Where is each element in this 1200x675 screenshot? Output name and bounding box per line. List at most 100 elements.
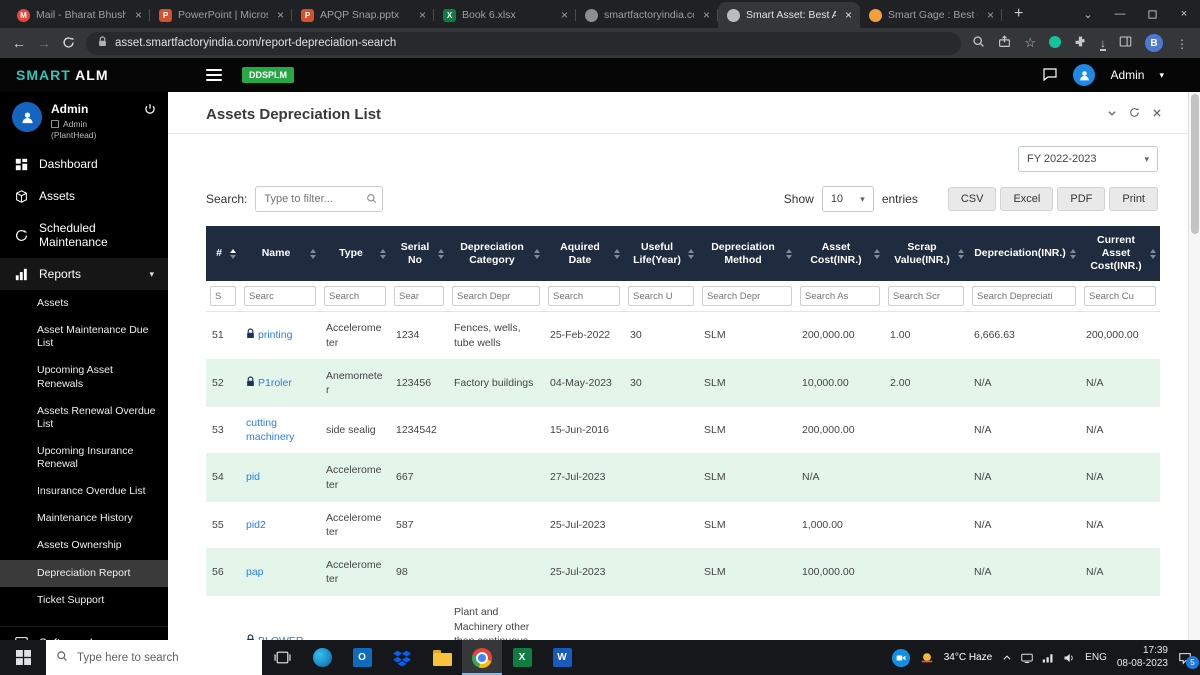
asset-name-link[interactable]: pid2 [246, 519, 266, 531]
column-header-serial-no[interactable]: Serial No [390, 226, 448, 281]
close-panel-icon[interactable] [1152, 105, 1162, 123]
user-menu-label[interactable]: Admin [1110, 68, 1144, 82]
task-view-icon[interactable] [262, 640, 302, 675]
language-indicator[interactable]: ENG [1085, 652, 1107, 663]
sidebar-subitem-assets-ownership[interactable]: Assets Ownership [0, 532, 168, 559]
share-icon[interactable] [998, 35, 1011, 51]
column-filter-input-9[interactable] [888, 286, 964, 306]
sidebar-item-dashboard[interactable]: Dashboard [0, 148, 168, 180]
sidebar-subitem-maintenance-history[interactable]: Maintenance History [0, 505, 168, 532]
chat-icon[interactable] [1042, 66, 1058, 85]
back-icon[interactable]: ← [12, 36, 26, 50]
scrollbar-thumb[interactable] [1191, 94, 1199, 234]
side-panel-icon[interactable] [1119, 35, 1132, 51]
page-size-select[interactable]: 10 ▾ [822, 186, 874, 212]
bookmark-star-icon[interactable]: ☆ [1024, 35, 1036, 51]
search-icon[interactable] [972, 35, 985, 51]
column-filter-input-1[interactable] [244, 286, 316, 306]
column-filter-input-0[interactable] [210, 286, 236, 306]
sidebar-item-scheduled-maintenance[interactable]: Scheduled Maintenance [0, 212, 168, 258]
vertical-scrollbar[interactable] [1188, 92, 1200, 640]
site-lock-icon[interactable] [98, 36, 107, 50]
asset-name-link[interactable]: printing [258, 329, 292, 341]
column-filter-input-8[interactable] [800, 286, 880, 306]
extensions-icon[interactable] [1074, 35, 1087, 51]
weather-icon[interactable] [920, 651, 934, 665]
sidebar-subitem-assets-renewal-overdue-list[interactable]: Assets Renewal Overdue List [0, 398, 168, 438]
tab-close-icon[interactable]: × [842, 9, 855, 21]
volume-icon[interactable] [1063, 652, 1075, 664]
asset-name-link[interactable]: pid [246, 471, 260, 483]
column-filter-input-3[interactable] [394, 286, 444, 306]
tab-close-icon[interactable]: × [700, 9, 713, 21]
download-icon[interactable]: ↓ [1100, 35, 1106, 52]
power-icon[interactable] [144, 102, 156, 120]
column-header-useful-life-year[interactable]: Useful Life(Year) [624, 226, 698, 281]
display-icon[interactable] [1021, 652, 1033, 664]
meet-now-icon[interactable] [892, 649, 910, 667]
browser-tab[interactable]: M Mail - Bharat Bhushan × [8, 2, 150, 28]
search-input[interactable] [255, 186, 383, 212]
column-filter-input-6[interactable] [628, 286, 694, 306]
sidebar-subitem-asset-maintenance-due-list[interactable]: Asset Maintenance Due List [0, 317, 168, 357]
taskbar-clock[interactable]: 17:39 08-08-2023 [1117, 645, 1168, 670]
grammarly-icon[interactable] [1049, 36, 1061, 51]
browser-tab[interactable]: smartfactoryindia.com × [576, 2, 718, 28]
collapse-chevron-icon[interactable] [1107, 105, 1117, 123]
browser-tab[interactable]: P PowerPoint | Microsof × [150, 2, 292, 28]
sidebar-subitem-assets[interactable]: Assets [0, 290, 168, 317]
sidebar-subitem-ticket-support[interactable]: Ticket Support [0, 587, 168, 614]
taskbar-search[interactable]: Type here to search [46, 640, 262, 675]
maximize-button[interactable] [1136, 0, 1168, 28]
browser-tab[interactable]: P APQP Snap.pptx × [292, 2, 434, 28]
sidebar-subitem-upcoming-asset-renewals[interactable]: Upcoming Asset Renewals [0, 357, 168, 397]
sidebar-subitem-depreciation-report[interactable]: Depreciation Report [0, 560, 168, 587]
close-window-button[interactable]: × [1168, 0, 1200, 28]
column-header-aquired-date[interactable]: Aquired Date [544, 226, 624, 281]
tab-search-chevron-icon[interactable]: ⌄ [1072, 0, 1104, 28]
column-header-depreciation-inr[interactable]: Depreciation(INR.) [968, 226, 1080, 281]
profile-avatar[interactable]: B [1145, 34, 1163, 53]
chevron-up-icon[interactable] [1002, 652, 1012, 664]
minimize-button[interactable]: — [1104, 0, 1136, 28]
column-filter-input-7[interactable] [702, 286, 792, 306]
tab-close-icon[interactable]: × [984, 9, 997, 21]
print-export-button[interactable]: Print [1109, 187, 1158, 211]
sidebar-subitem-insurance-overdue-list[interactable]: Insurance Overdue List [0, 478, 168, 505]
outlook-icon[interactable]: O [342, 640, 382, 675]
asset-name-link[interactable]: pap [246, 566, 264, 578]
refresh-icon[interactable] [1129, 105, 1140, 123]
column-filter-input-11[interactable] [1084, 286, 1156, 306]
excel-icon[interactable]: X [502, 640, 542, 675]
column-header-current-asset-cost-inr[interactable]: Current Asset Cost(INR.) [1080, 226, 1160, 281]
action-center-icon[interactable]: 5 [1178, 651, 1192, 665]
new-tab-button[interactable]: + [1002, 5, 1035, 23]
csv-export-button[interactable]: CSV [948, 187, 997, 211]
browser-tab[interactable]: Smart Gage : Best Ga × [860, 2, 1002, 28]
address-bar[interactable]: asset.smartfactoryindia.com/report-depre… [86, 32, 961, 55]
network-icon[interactable] [1042, 652, 1054, 664]
column-header-type[interactable]: Type [320, 226, 390, 281]
user-avatar[interactable] [1073, 64, 1095, 86]
menu-kebab-icon[interactable]: ⋮ [1176, 36, 1188, 51]
hamburger-menu-icon[interactable] [206, 69, 222, 81]
column-header-name[interactable]: Name [240, 226, 320, 281]
asset-name-link[interactable]: cutting machinery [246, 417, 294, 443]
tab-close-icon[interactable]: × [274, 9, 287, 21]
column-header-scrap-value-inr[interactable]: Scrap Value(INR.) [884, 226, 968, 281]
column-header-sl[interactable]: # [206, 226, 240, 281]
dropbox-icon[interactable] [382, 640, 422, 675]
chrome-icon[interactable] [462, 640, 502, 675]
start-button[interactable] [0, 640, 46, 675]
pdf-export-button[interactable]: PDF [1057, 187, 1105, 211]
column-filter-input-10[interactable] [972, 286, 1076, 306]
sidebar-item-reports[interactable]: Reports ▾ [0, 258, 168, 290]
sidebar-subitem-upcoming-insurance-renewal[interactable]: Upcoming Insurance Renewal [0, 438, 168, 478]
profile-avatar[interactable] [12, 102, 42, 132]
tab-close-icon[interactable]: × [132, 9, 145, 21]
sidebar-item-assets[interactable]: Assets [0, 180, 168, 212]
column-header-depreciation-method[interactable]: Depreciation Method [698, 226, 796, 281]
excel-export-button[interactable]: Excel [1000, 187, 1053, 211]
tab-close-icon[interactable]: × [558, 9, 571, 21]
browser-tab[interactable]: Smart Asset: Best Ass × [718, 2, 860, 28]
